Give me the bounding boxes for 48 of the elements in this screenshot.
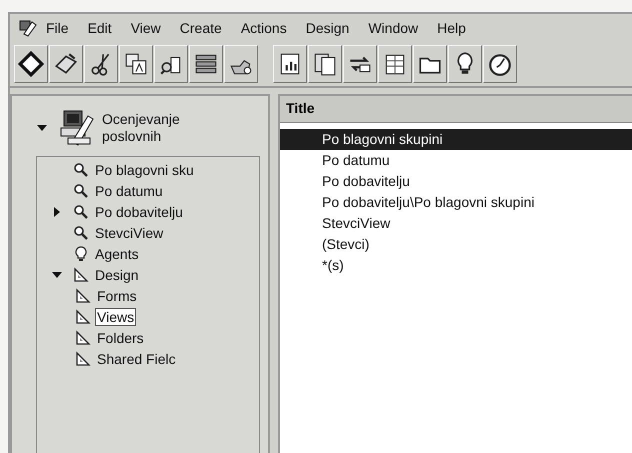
list-row[interactable]: StevciView xyxy=(280,213,632,234)
table-icon[interactable] xyxy=(378,45,412,83)
list-row[interactable]: Po blagovni skupini xyxy=(280,129,632,150)
triangle-ruler-icon xyxy=(75,308,91,324)
menu-item[interactable]: View xyxy=(130,20,161,36)
magnifier-icon xyxy=(73,182,89,198)
triangle-ruler-icon xyxy=(75,330,91,346)
menu-item[interactable]: File xyxy=(46,20,69,36)
magnifier-icon xyxy=(73,204,89,220)
triangle-ruler-icon xyxy=(75,288,91,304)
arrows-icon[interactable] xyxy=(343,45,377,83)
triangle-ruler-icon xyxy=(73,266,89,282)
tree-item[interactable]: Agents xyxy=(93,244,141,262)
chart-icon[interactable] xyxy=(273,45,307,83)
column-header[interactable]: Title xyxy=(280,96,632,123)
list-row[interactable]: *(s) xyxy=(280,255,632,276)
menu-item[interactable]: Window xyxy=(368,20,418,36)
menu-item[interactable]: Help xyxy=(437,20,466,36)
magnifier-icon xyxy=(73,162,89,178)
text-box-icon[interactable] xyxy=(119,45,153,83)
lightbulb-icon xyxy=(73,246,89,262)
folder-icon[interactable] xyxy=(413,45,447,83)
tree-item[interactable]: Po dobavitelju xyxy=(93,202,185,220)
database-title[interactable]: Ocenjevanje poslovnih xyxy=(102,111,182,145)
tree-item[interactable]: Po blagovni sku xyxy=(93,160,196,178)
tree-item[interactable]: StevciView xyxy=(93,224,166,242)
tree-item[interactable]: Forms xyxy=(95,286,139,304)
triangle-ruler-icon xyxy=(75,350,91,366)
pages-icon[interactable] xyxy=(308,45,342,83)
clock-icon[interactable] xyxy=(483,45,517,83)
list-row[interactable]: Po datumu xyxy=(280,150,632,171)
menu-item[interactable]: Actions xyxy=(240,20,287,36)
list-row[interactable]: Po dobavitelju xyxy=(280,171,632,192)
list-row[interactable]: Po dobavitelju\Po blagovni skupini xyxy=(280,192,632,213)
tree-item[interactable]: Design xyxy=(93,266,141,284)
scissors-icon[interactable] xyxy=(84,45,118,83)
magnifier-icon xyxy=(73,224,89,240)
list-row[interactable]: (Stevci) xyxy=(280,234,632,255)
lightbulb-icon[interactable] xyxy=(448,45,482,83)
tree-item[interactable]: Views xyxy=(95,308,136,326)
app-logo-icon xyxy=(18,18,38,38)
layers-icon[interactable] xyxy=(189,45,223,83)
menu-item[interactable]: Edit xyxy=(88,20,112,36)
tree-item[interactable]: Po datumu xyxy=(93,182,165,200)
tree-item[interactable]: Shared Fielc xyxy=(95,350,178,368)
menu-item[interactable]: Design xyxy=(306,20,350,36)
menu-item[interactable]: Create xyxy=(180,20,222,36)
tree-item[interactable]: Folders xyxy=(95,328,146,346)
